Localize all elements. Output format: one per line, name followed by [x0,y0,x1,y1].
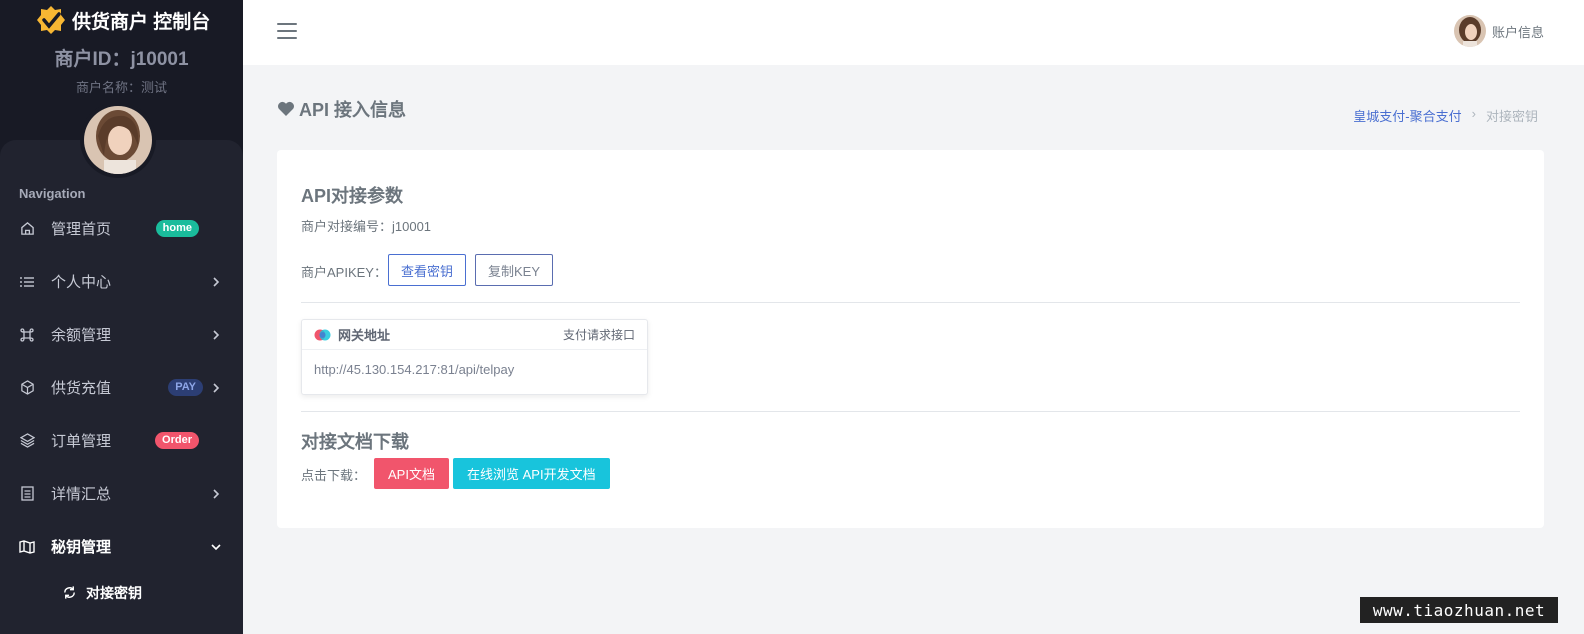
api-doc-button[interactable]: API文档 [374,458,449,489]
watermark: www.tiaozhuan.net [1360,597,1558,623]
gateway-tag: 支付请求接口 [562,328,635,342]
command-icon [19,327,35,343]
chevron-right-icon [211,382,221,393]
pay-badge: PAY [168,379,203,396]
merchant-name: 商户名称：测试 [75,80,167,95]
merchant-number: 商户对接编号：j10001 [301,219,432,234]
sidebar: 供货商户 控制台 商户ID：j10001 商户名称：测试 Navigation … [0,0,243,634]
apikey-label: 商户APIKEY： [301,265,387,280]
sub-item-docking-key[interactable]: 对接密钥 [0,573,243,613]
gateway-icon [314,329,332,341]
nav-item-keys[interactable]: 秘钥管理 [0,520,243,573]
merchant-id: 商户ID：j10001 [54,49,189,70]
box-icon [19,380,35,396]
api-info-card: API对接参数 商户对接编号：j10001 商户APIKEY： 查看密钥 复制K… [277,150,1544,528]
menu-toggle-icon[interactable] [277,23,297,39]
page-title: API 接入信息 [277,96,406,122]
nav-item-home[interactable]: 管理首页 home [0,202,243,255]
nav-item-recharge[interactable]: 供货充值 PAY [0,361,243,414]
chevron-right-icon [211,488,221,499]
nav-item-label: 个人中心 [51,274,112,291]
sub-item-label: 对接密钥 [86,585,142,601]
nav-item-summary[interactable]: 详情汇总 [0,467,243,520]
topbar: 账户信息 [243,0,1584,65]
nav-item-orders[interactable]: 订单管理 Order [0,414,243,467]
gateway-title: 网关地址 [338,328,391,343]
account-menu[interactable]: 账户信息 [1453,15,1544,47]
api-params-title: API对接参数 [301,186,404,206]
list-icon [19,274,35,290]
nav-heading: Navigation [19,186,86,201]
gateway-panel: 网关地址 支付请求接口 http://45.130.154.217:81/api… [301,319,648,395]
copy-key-button[interactable]: 复制KEY [475,254,554,286]
brand-title: 供货商户 控制台 [72,11,211,33]
profile-avatar[interactable] [80,102,156,178]
online-doc-button[interactable]: 在线浏览 API开发文档 [453,458,610,489]
brand-logo-icon [37,6,65,34]
document-icon [19,486,35,502]
order-badge: Order [155,432,199,449]
divider [301,302,1520,303]
nav-item-label: 管理首页 [51,221,112,238]
docs-title: 对接文档下载 [301,432,409,452]
nav-item-balance[interactable]: 余额管理 [0,308,243,361]
account-avatar [1453,15,1486,47]
docs-label: 点击下载： [301,468,367,483]
brand[interactable]: 供货商户 控制台 [0,0,243,40]
heart-icon [278,101,294,116]
chevron-right-icon [211,329,221,340]
layers-icon [19,433,35,449]
home-badge: home [155,220,199,237]
refresh-icon [62,585,78,601]
view-key-button[interactable]: 查看密钥 [388,254,467,286]
home-icon [19,221,35,237]
breadcrumb-separator: › [1471,106,1476,121]
nav-item-label: 余额管理 [51,327,112,344]
nav-item-label: 订单管理 [51,433,112,450]
breadcrumb-current: 对接密钥 [1485,109,1538,124]
chevron-down-icon [211,542,221,552]
page-title-text: API 接入信息 [299,100,407,120]
nav-list: 管理首页 home 个人中心 余额管理 供货充值 PAY 订单管理 Order … [0,202,243,613]
breadcrumb: 皇城支付-聚合支付 › 对接密钥 [1353,106,1538,125]
nav-item-label: 秘钥管理 [51,539,112,556]
nav-item-profile[interactable]: 个人中心 [0,255,243,308]
breadcrumb-parent[interactable]: 皇城支付-聚合支付 [1353,106,1461,125]
divider [301,411,1520,412]
gateway-url[interactable]: http://45.130.154.217:81/api/telpay [302,350,647,389]
chevron-right-icon [211,276,221,287]
nav-item-label: 详情汇总 [51,486,112,503]
map-icon [19,539,35,555]
avatar-photo [84,106,152,174]
nav-item-label: 供货充值 [51,380,112,397]
nav-panel: Navigation 管理首页 home 个人中心 余额管理 供货充值 PAY … [0,140,243,634]
account-label: 账户信息 [1491,24,1544,40]
